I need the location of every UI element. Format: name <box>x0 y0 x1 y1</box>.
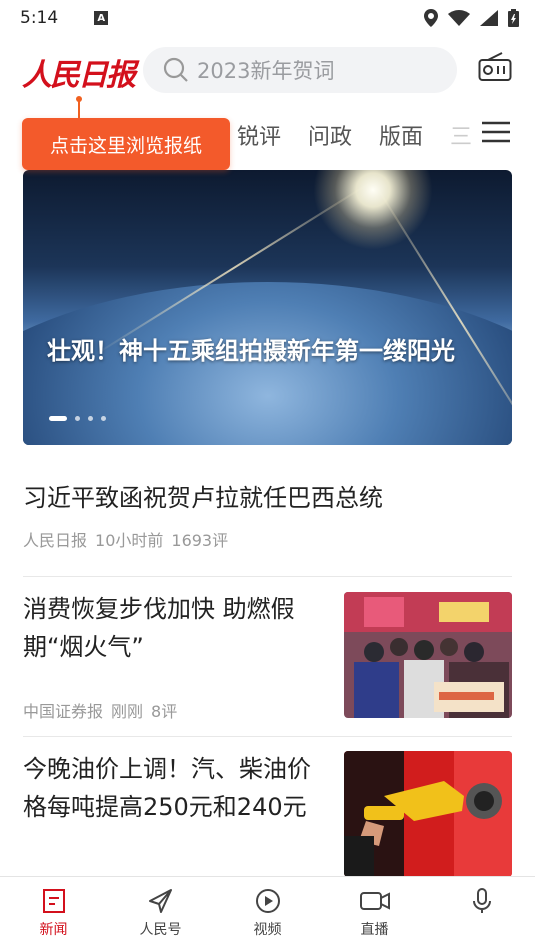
hero-banner[interactable]: 壮观！神十五乘组拍摄新年第一缕阳光 <box>23 170 512 445</box>
nav-video[interactable]: 视频 <box>214 877 321 952</box>
app-header: 人民日报 2023新年贺词 <box>0 44 535 100</box>
tab-banmian[interactable]: 版面 <box>379 119 423 151</box>
hero-title: 壮观！神十五乘组拍摄新年第一缕阳光 <box>47 337 455 365</box>
tab-partial[interactable]: 三 <box>450 119 472 151</box>
article-time: 刚刚 <box>111 702 144 721</box>
divider <box>23 736 512 737</box>
nav-live[interactable]: 直播 <box>321 877 428 952</box>
list-item[interactable]: 今晚油价上调！汽、柴油价格每吨提高250元和240元 <box>23 750 333 826</box>
list-item[interactable]: 习近平致函祝贺卢拉就任巴西总统 人民日报 10小时前 1693评 <box>23 479 512 551</box>
nav-label: 人民号 <box>139 922 182 938</box>
nav-news[interactable]: 新闻 <box>0 877 107 952</box>
divider <box>23 576 512 577</box>
nav-audio[interactable] <box>428 877 535 952</box>
wifi-icon <box>448 10 470 26</box>
tab-wenzheng[interactable]: 问政 <box>308 119 352 151</box>
article-meta: 中国证券报 刚刚 8评 <box>23 698 177 722</box>
nav-label: 直播 <box>360 922 389 938</box>
status-time: 5:14 <box>20 8 59 28</box>
bottom-nav: 新闻 人民号 视频 直播 <box>0 876 535 952</box>
search-bar[interactable]: 2023新年贺词 <box>143 47 457 93</box>
article-source: 人民日报 <box>23 531 88 550</box>
play-icon <box>255 889 280 913</box>
news-icon <box>42 889 65 913</box>
shopping-crowd-image <box>344 592 512 718</box>
article-title: 习近平致函祝贺卢拉就任巴西总统 <box>23 484 383 512</box>
article-meta: 人民日报 10小时前 1693评 <box>23 527 512 551</box>
nav-renminhao[interactable]: 人民号 <box>107 877 214 952</box>
nav-label: 新闻 <box>39 922 68 938</box>
battery-icon <box>508 9 519 27</box>
article-comments: 1693评 <box>171 531 229 550</box>
article-thumbnail[interactable] <box>344 592 512 718</box>
carousel-dot-active <box>49 416 67 421</box>
article-time: 10小时前 <box>95 531 164 550</box>
sun-image <box>313 170 433 250</box>
list-item[interactable]: 消费恢复步伐加快 助燃假期“烟火气” <box>23 590 333 666</box>
article-source: 中国证券报 <box>23 702 104 721</box>
location-icon <box>424 9 438 27</box>
article-title: 今晚油价上调！汽、柴油价格每吨提高250元和240元 <box>23 755 311 821</box>
status-bar: 5:14 A <box>0 0 535 36</box>
tab-ruiping[interactable]: 锐评 <box>237 119 281 151</box>
nav-label: 视频 <box>253 922 282 938</box>
camera-icon <box>359 892 390 910</box>
article-thumbnail[interactable] <box>344 751 512 877</box>
notification-icon: A <box>94 11 109 25</box>
carousel-dots <box>49 416 106 421</box>
article-comments: 8评 <box>151 702 178 721</box>
paper-plane-icon <box>148 889 172 913</box>
signal-icon <box>480 10 498 26</box>
carousel-dot <box>75 416 80 421</box>
radio-icon[interactable] <box>478 52 512 82</box>
fuel-nozzle-image <box>344 751 512 877</box>
menu-icon[interactable] <box>482 121 510 143</box>
search-icon <box>163 57 188 82</box>
carousel-dot <box>101 416 106 421</box>
carousel-dot <box>88 416 93 421</box>
microphone-icon <box>472 888 491 913</box>
app-logo[interactable]: 人民日报 <box>22 50 136 94</box>
browse-newspaper-tooltip[interactable]: 点击这里浏览报纸 <box>22 118 230 170</box>
search-placeholder: 2023新年贺词 <box>197 59 335 83</box>
article-title: 消费恢复步伐加快 助燃假期“烟火气” <box>23 595 295 661</box>
